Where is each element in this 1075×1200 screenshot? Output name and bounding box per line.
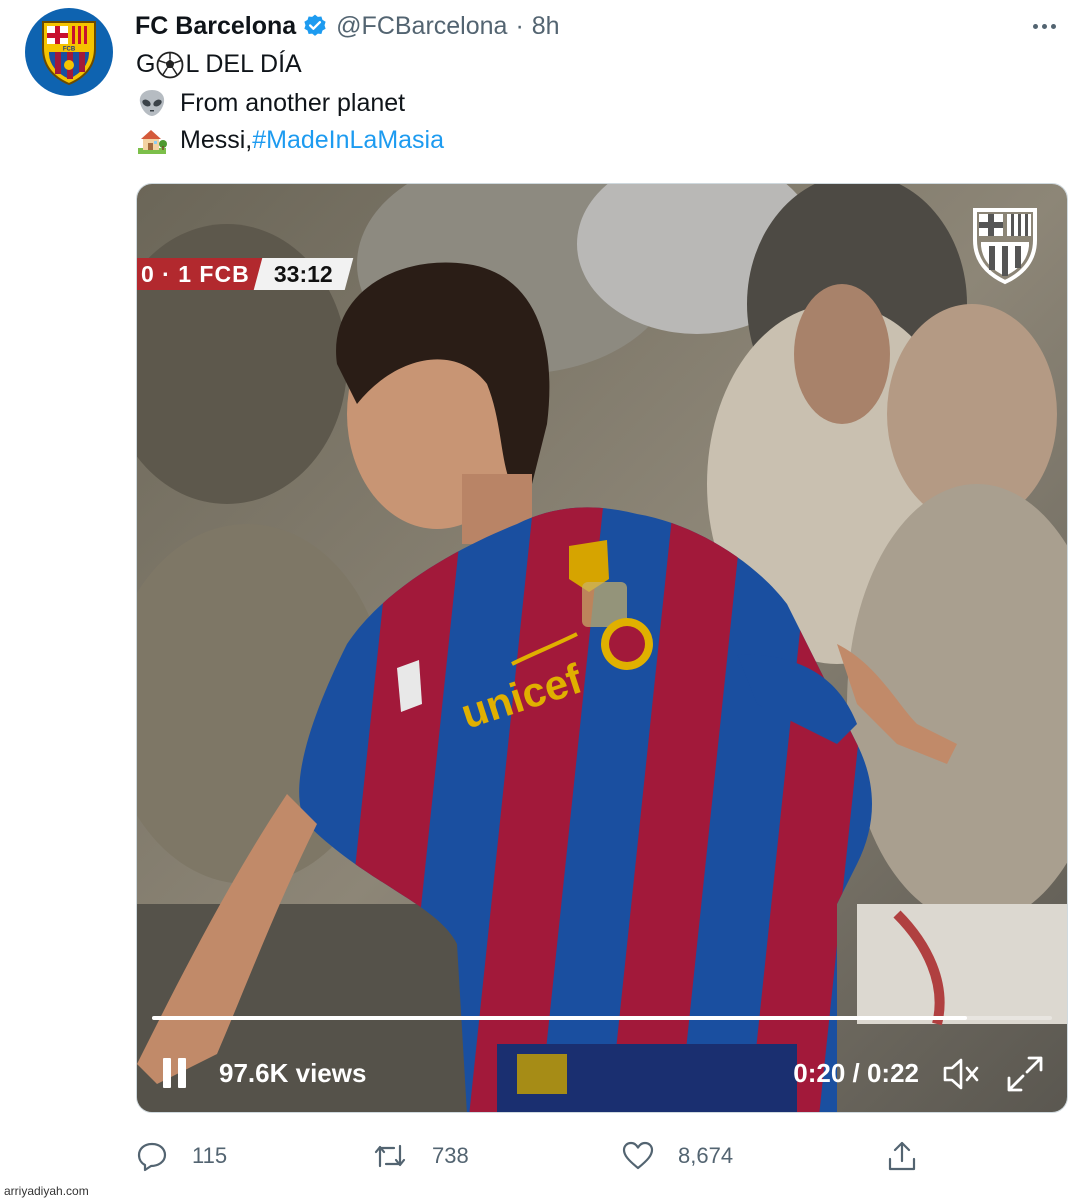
retweet-icon (374, 1144, 406, 1168)
share-button[interactable] (886, 1136, 942, 1176)
tweet-text-line-3: Messi, #MadeInLaMasia (136, 124, 444, 156)
tweet-header: FC Barcelona @FCBarcelona · 8h (135, 10, 560, 42)
video-player[interactable]: unicef 0 · 1 FCB 33:12 97.6K views 0:20 … (136, 183, 1068, 1113)
video-progress-bar[interactable] (152, 1016, 1052, 1020)
source-watermark: arriyadiyah.com (4, 1184, 89, 1198)
reply-button[interactable]: 115 (136, 1136, 227, 1176)
fc-barcelona-crest-icon: FCB (42, 21, 96, 86)
tweet-actions: 115 738 8,674 (136, 1136, 936, 1176)
video-frame: unicef (137, 184, 1067, 1112)
video-time: 0:20 / 0:22 (793, 1058, 919, 1088)
video-progress-fill (152, 1016, 968, 1020)
hashtag-link[interactable]: #MadeInLaMasia (252, 126, 444, 155)
timestamp[interactable]: 8h (532, 12, 560, 41)
retweet-button[interactable]: 738 (372, 1136, 469, 1176)
score-bug: 0 · 1 FCB 33:12 (137, 258, 353, 290)
more-options-icon[interactable] (1027, 12, 1061, 40)
tweet-text-line-1: G L DEL DÍA (136, 50, 302, 79)
reply-count: 115 (192, 1143, 228, 1168)
like-count: 8,674 (678, 1143, 734, 1168)
pause-icon[interactable] (163, 1058, 189, 1088)
muted-speaker-icon[interactable] (941, 1056, 981, 1092)
retweet-count: 738 (432, 1143, 469, 1168)
soccer-ball-emoji-icon (156, 51, 184, 79)
display-name[interactable]: FC Barcelona (135, 12, 296, 41)
fullscreen-icon[interactable] (1005, 1054, 1045, 1094)
line1-text-after: L DEL DÍA (185, 50, 302, 78)
reply-icon (137, 1142, 167, 1172)
share-icon (888, 1141, 916, 1171)
house-with-garden-emoji-icon (136, 124, 168, 156)
video-controls: 97.6K views 0:20 / 0:22 (137, 1046, 1067, 1096)
fcb-watermark-crest-icon (973, 208, 1037, 285)
line1-text-before: G (136, 50, 156, 78)
line3-text: Messi, (180, 125, 253, 154)
view-count: 97.6K views (219, 1058, 367, 1088)
match-clock: 33:12 (253, 258, 353, 290)
heart-icon (622, 1141, 654, 1170)
match-clock-text: 33:12 (273, 260, 333, 287)
alien-emoji-icon (136, 87, 168, 119)
separator-dot: · (515, 11, 524, 40)
avatar[interactable]: FCB (25, 8, 113, 96)
like-button[interactable]: 8,674 (622, 1136, 733, 1176)
handle[interactable]: @FCBarcelona (336, 12, 507, 41)
tweet-text-line-2: From another planet (136, 87, 405, 119)
line2-text: From another planet (180, 88, 406, 117)
verified-badge-icon (302, 13, 328, 39)
score-text: 0 · 1 FCB (137, 258, 264, 290)
svg-text:FCB: FCB (63, 47, 76, 53)
